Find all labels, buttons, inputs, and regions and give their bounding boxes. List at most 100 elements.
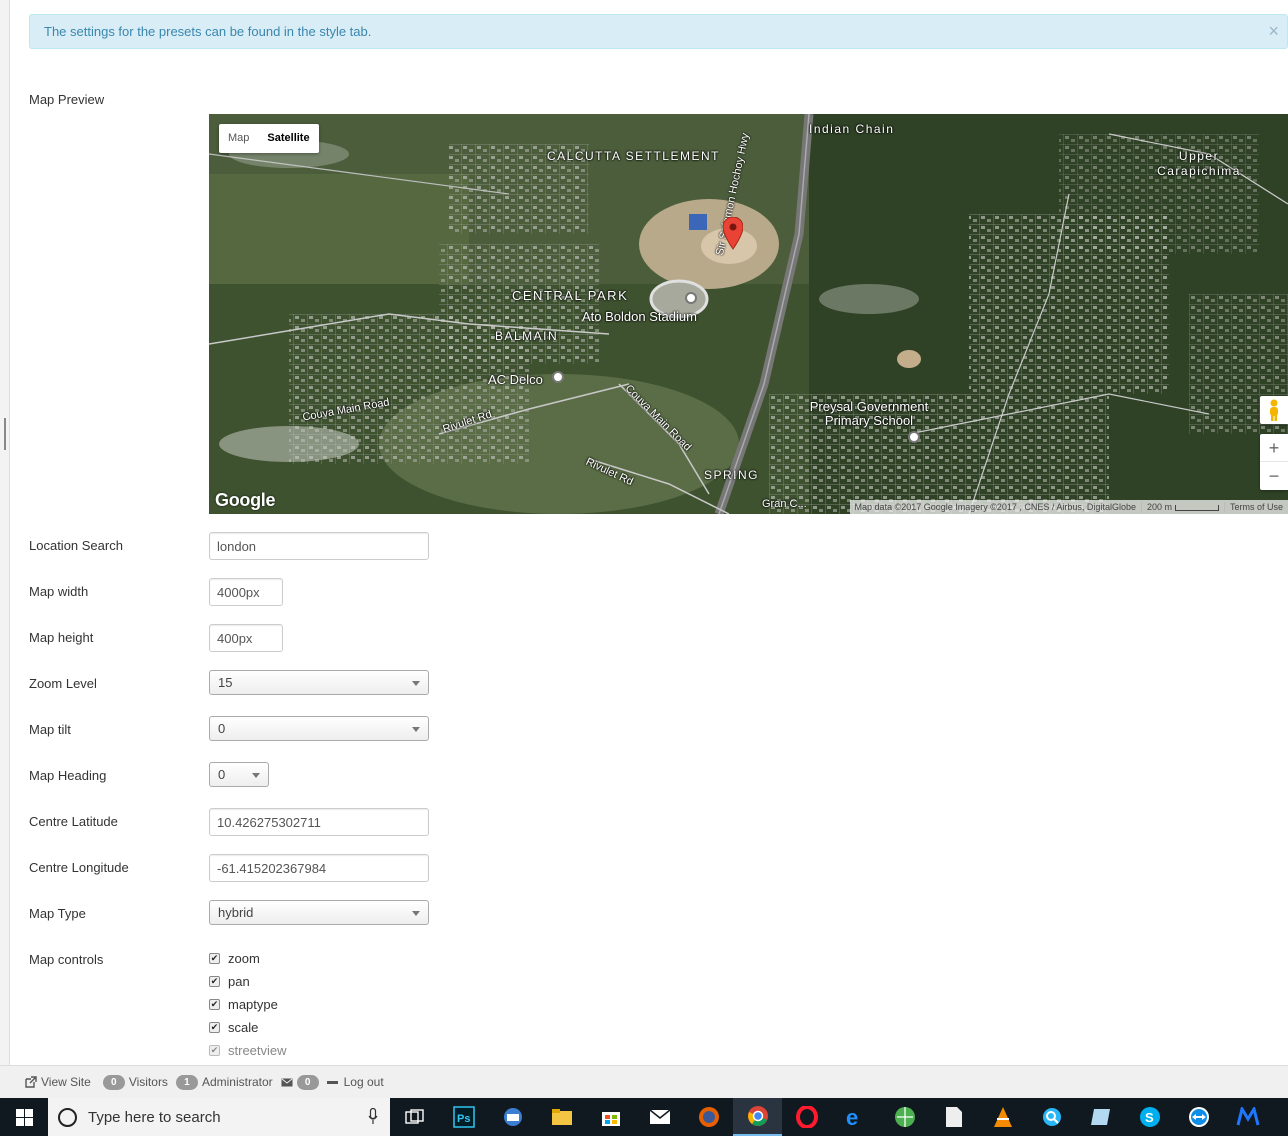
centre-latitude-input[interactable] [209, 808, 429, 836]
minus-icon [326, 1080, 338, 1084]
magnifier-icon[interactable] [1027, 1098, 1076, 1136]
checkbox-pan-label: pan [228, 974, 250, 989]
checkbox-checked-icon[interactable]: ✔ [209, 999, 220, 1010]
logout-label: Log out [343, 1075, 384, 1089]
notepad-icon[interactable] [929, 1098, 978, 1136]
skype-icon[interactable]: S [1125, 1098, 1174, 1136]
location-marker-icon[interactable] [723, 217, 743, 251]
admin-status-bar: View Site 0 Visitors 1 Administrator 0 L… [0, 1065, 1288, 1098]
map-label-indian-chain: Indian Chain [809, 122, 895, 136]
svg-text:S: S [1145, 1110, 1154, 1125]
map-width-input[interactable] [209, 578, 283, 606]
alert-close-icon[interactable]: × [1268, 21, 1279, 41]
checkbox-scale-label: scale [228, 1020, 259, 1035]
mail-icon[interactable] [635, 1098, 684, 1136]
centre-longitude-label: Centre Longitude [29, 860, 129, 875]
sticky-notes-icon[interactable] [1076, 1098, 1125, 1136]
zoom-level-select[interactable]: 15 [209, 670, 429, 695]
visitors-status[interactable]: 0 Visitors [102, 1074, 172, 1090]
chevron-down-icon [412, 681, 420, 686]
map-label-upper-carapichima: Upper Carapichima [1157, 149, 1241, 178]
checkbox-pan[interactable]: ✔ pan [209, 970, 287, 993]
checkbox-streetview-label: streetview [228, 1043, 287, 1058]
admin-count-badge: 1 [175, 1074, 198, 1090]
mail-client-icon[interactable] [488, 1098, 537, 1136]
checkbox-zoom[interactable]: ✔ zoom [209, 947, 287, 970]
map-tilt-label: Map tilt [29, 722, 71, 737]
map-controls-checklist: ✔ zoom ✔ pan ✔ maptype ✔ scale ✔ streetview [209, 947, 287, 1062]
map-terms-link[interactable]: Terms of Use [1225, 502, 1288, 512]
messages-status[interactable]: 0 [281, 1074, 323, 1090]
visitors-label: Visitors [128, 1075, 168, 1089]
maptype-map-button[interactable]: Map [219, 124, 258, 153]
globe-app-icon[interactable] [880, 1098, 929, 1136]
map-heading-value: 0 [218, 767, 226, 782]
location-search-label: Location Search [29, 538, 123, 553]
svg-text:Ps: Ps [457, 1113, 470, 1125]
external-link-icon [25, 1076, 37, 1088]
checkbox-maptype[interactable]: ✔ maptype [209, 993, 287, 1016]
checkbox-streetview[interactable]: ✔ streetview [209, 1039, 287, 1062]
zoom-out-button[interactable]: − [1260, 462, 1288, 490]
vlc-icon[interactable] [978, 1098, 1027, 1136]
opera-icon[interactable] [782, 1098, 831, 1136]
map-height-input[interactable] [209, 624, 283, 652]
checkbox-checked-icon[interactable]: ✔ [209, 1022, 220, 1033]
malwarebytes-icon[interactable] [1223, 1098, 1272, 1136]
windows-taskbar: Type here to search Ps e S [0, 1098, 1288, 1136]
edge-icon[interactable]: e [831, 1098, 880, 1136]
messages-count-badge: 0 [296, 1074, 319, 1090]
envelope-icon [281, 1078, 293, 1086]
checkbox-checked-icon[interactable]: ✔ [209, 953, 220, 964]
resize-handle[interactable] [4, 418, 7, 450]
chevron-down-icon [412, 727, 420, 732]
taskbar-search-box[interactable]: Type here to search [48, 1098, 390, 1136]
map-label-balmain: BALMAIN [495, 329, 559, 343]
maptype-satellite-button[interactable]: Satellite [258, 124, 318, 153]
map-scale[interactable]: 200 m [1142, 502, 1225, 512]
map-type-label: Map Type [29, 906, 86, 921]
svg-text:e: e [846, 1106, 858, 1128]
view-site-label: View Site [41, 1075, 91, 1089]
view-site-link[interactable]: View Site [25, 1075, 99, 1089]
windows-start-icon[interactable] [0, 1098, 48, 1136]
zoom-level-label: Zoom Level [29, 676, 97, 691]
taskbar-search-placeholder: Type here to search [88, 1108, 221, 1126]
streetview-pegman-icon[interactable] [1260, 396, 1288, 424]
map-type-value: hybrid [218, 905, 254, 920]
zoom-in-button[interactable]: + [1260, 434, 1288, 462]
alert-message: The settings for the presets can be foun… [44, 24, 372, 39]
map-heading-select[interactable]: 0 [209, 762, 269, 787]
chevron-down-icon [252, 773, 260, 778]
map-width-label: Map width [29, 584, 89, 599]
task-view-icon[interactable] [390, 1098, 439, 1136]
school-poi-icon[interactable] [908, 431, 920, 443]
store-icon[interactable] [586, 1098, 635, 1136]
map-tilt-select[interactable]: 0 [209, 716, 429, 741]
ac-delco-poi-icon[interactable] [552, 371, 564, 383]
administrator-label: Administrator [201, 1075, 273, 1089]
firefox-icon[interactable] [684, 1098, 733, 1136]
location-search-input[interactable] [209, 532, 429, 560]
chevron-down-icon [412, 911, 420, 916]
map-height-label: Map height [29, 630, 94, 645]
stadium-poi-icon[interactable] [685, 292, 697, 304]
checkbox-checked-icon[interactable]: ✔ [209, 1045, 220, 1056]
teamviewer-icon[interactable] [1174, 1098, 1223, 1136]
chrome-icon[interactable] [733, 1098, 782, 1136]
logout-link[interactable]: Log out [326, 1075, 384, 1089]
microphone-icon[interactable] [368, 1108, 378, 1125]
satellite-imagery [209, 114, 1288, 514]
map-preview[interactable]: Map Satellite CALCUTTA SETTLEMENT Indian… [209, 114, 1288, 514]
checkbox-checked-icon[interactable]: ✔ [209, 976, 220, 987]
administrator-status[interactable]: 1 Administrator [175, 1074, 277, 1090]
centre-latitude-label: Centre Latitude [29, 814, 118, 829]
file-explorer-icon[interactable] [537, 1098, 586, 1136]
map-type-select[interactable]: hybrid [209, 900, 429, 925]
map-attribution[interactable]: Map data ©2017 Google Imagery ©2017 , CN… [850, 502, 1142, 512]
info-alert: The settings for the presets can be foun… [29, 14, 1288, 49]
centre-longitude-input[interactable] [209, 854, 429, 882]
scale-bar-icon [1174, 504, 1219, 511]
checkbox-scale[interactable]: ✔ scale [209, 1016, 287, 1039]
photoshop-icon[interactable]: Ps [439, 1098, 488, 1136]
